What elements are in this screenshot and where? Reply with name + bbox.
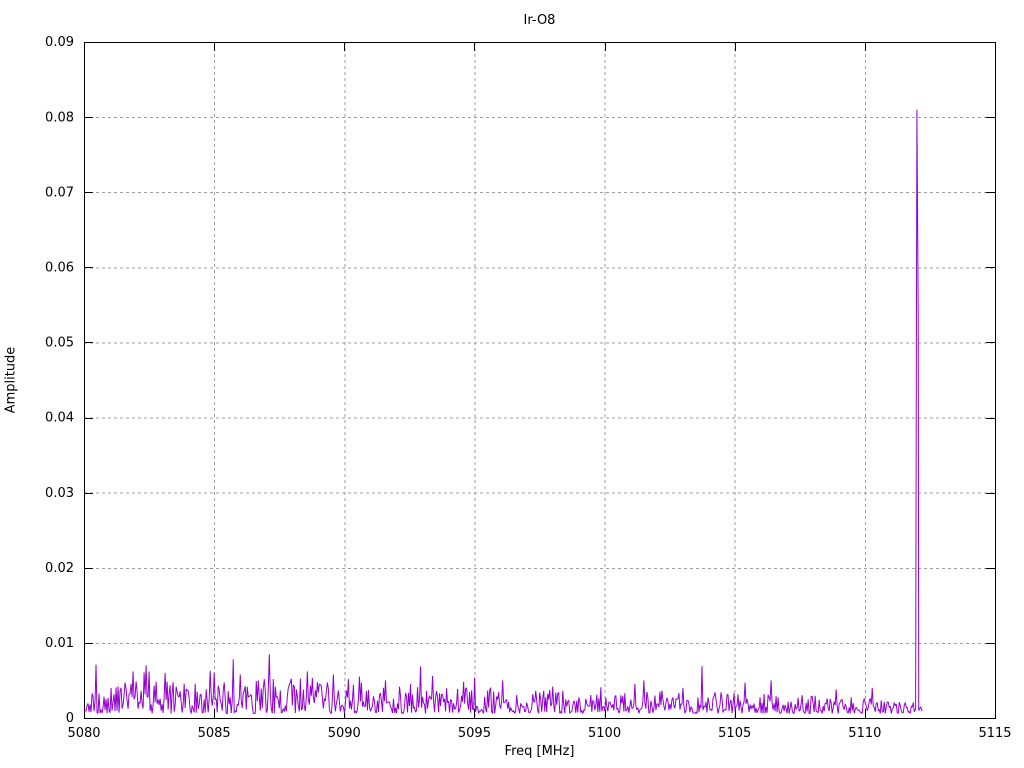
y-tick-label: 0.03	[45, 486, 74, 501]
y-tick-label: 0	[66, 711, 74, 726]
x-tick-label: 5095	[458, 726, 491, 741]
plot-canvas: 5080 5085 5090 5095 5100 5105 5110 5115 0 0.01 0.0…	[45, 35, 1012, 741]
y-tick-label: 0.09	[45, 35, 74, 50]
x-axis-label: Freq [MHz]	[504, 744, 575, 759]
y-tick-label: 0.04	[45, 411, 74, 426]
x-tick-label: 5105	[718, 726, 751, 741]
x-tick-label: 5110	[848, 726, 881, 741]
y-axis-label: Amplitude	[3, 346, 19, 414]
plot-border	[84, 42, 996, 719]
x-tick-label: 5115	[978, 726, 1011, 741]
x-tick-label: 5080	[67, 726, 100, 741]
chart-title: Ir-O8	[523, 13, 556, 28]
x-tick-label: 5090	[328, 726, 361, 741]
y-tick-label: 0.06	[45, 260, 74, 275]
y-tick-label: 0.08	[45, 110, 74, 125]
spectrum-trace	[83, 109, 923, 714]
x-tick-label: 5085	[198, 726, 231, 741]
y-tick-label: 0.05	[45, 336, 74, 351]
y-tick-label: 0.07	[45, 185, 74, 200]
spectrum-figure: Ir-O8 Amplitude Freq [MHz] 5080 5085 5090 5…	[0, 0, 1024, 768]
y-tick-label: 0.02	[45, 561, 74, 576]
x-tick-label: 5100	[588, 726, 621, 741]
y-tick-label: 0.01	[45, 636, 74, 651]
